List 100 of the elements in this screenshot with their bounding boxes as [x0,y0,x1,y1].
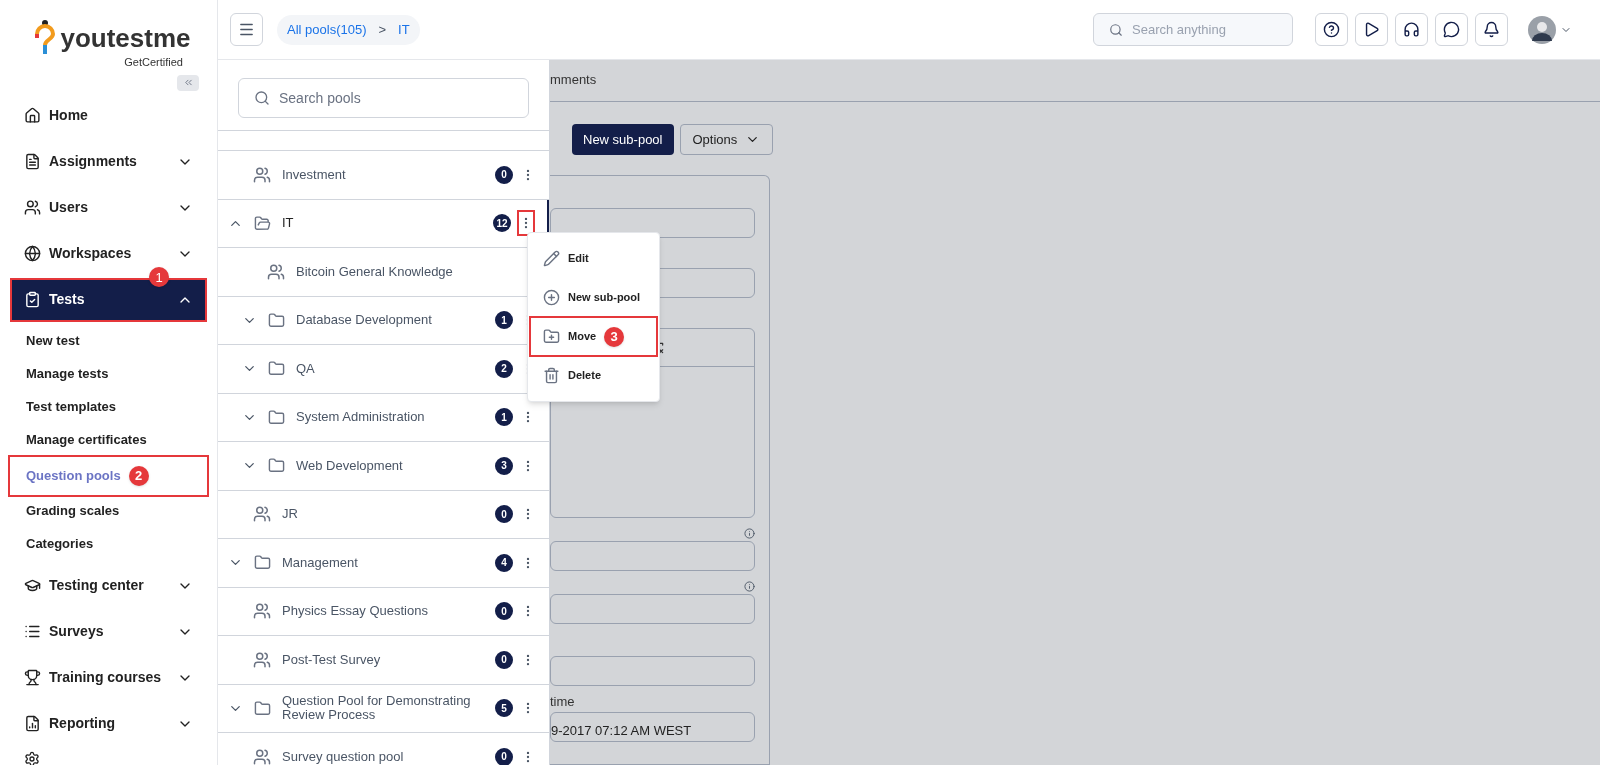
trash-icon [543,367,560,384]
house-icon [24,107,41,124]
new-sub-pool-button[interactable]: New sub-pool [572,124,674,155]
pool-row[interactable]: Investment 0 [218,151,549,200]
report-icon [24,715,41,732]
nav-item[interactable]: Testing center [12,565,205,606]
users-icon [253,165,271,184]
options-button[interactable]: Options [679,124,774,155]
pool-name: Investment [282,167,347,182]
count-badge: 0 [495,747,513,765]
pool-name: Bitcoin General Knowledge [296,264,454,279]
document-icon [24,153,41,170]
info-icon [744,528,755,539]
menu-button[interactable] [230,13,263,46]
pool-name: QA [296,361,316,376]
nav-subitem[interactable]: Categories [10,527,207,561]
logo-text: youtestme [60,25,191,51]
headphones-button[interactable] [1395,13,1428,46]
users-icon [253,505,271,524]
folder-icon [253,214,271,232]
count-badge: 4 [495,553,513,572]
globe-icon [24,245,41,262]
nav-subitem[interactable]: Grading scales [10,494,207,528]
folder-icon [267,311,285,329]
help-icon [1323,21,1340,38]
search-pools-field[interactable]: Search pools [238,78,529,118]
pool-name: Management [282,555,359,570]
global-search-field[interactable]: Search anything [1093,13,1293,46]
input-field[interactable] [550,541,755,571]
pool-name: Database Development [296,313,433,328]
headphones-icon [1403,21,1420,38]
avatar[interactable] [1528,15,1556,44]
input-field[interactable] [550,656,755,686]
step-badge: 3 [604,326,625,347]
search-icon [1109,23,1123,37]
graduation-cap-icon [24,577,41,594]
nav-item[interactable]: Reporting [12,703,205,744]
count-badge: 3 [495,456,513,475]
pencil-icon [543,250,560,267]
breadcrumb-link[interactable]: IT [398,19,410,40]
breadcrumb-separator: > [378,20,387,39]
pool-row[interactable]: Web Development 3 [218,442,549,491]
search-icon [254,90,270,106]
pool-row[interactable]: Physics Essay Questions 0 [218,587,549,636]
nav-item[interactable]: Assignments [12,141,205,182]
users-icon [253,602,271,621]
trophy-icon [24,669,41,686]
nav-item[interactable]: Home [12,95,205,136]
plus-circle-icon [543,289,560,306]
folder-icon [267,408,285,426]
breadcrumb-link[interactable]: All pools(105) [287,19,367,40]
count-badge: 2 [495,359,513,378]
settings-icon[interactable] [24,750,40,765]
folder-icon [253,699,271,717]
users-icon [24,199,41,216]
pool-row[interactable]: Question Pool for Demonstrating Review Process 5 [218,684,549,733]
input-field[interactable] [550,594,755,624]
folder-icon [267,360,285,378]
field-label: time [550,693,576,711]
nav-subitem[interactable]: Question pools 2 [10,456,207,495]
chat-button[interactable] [1435,13,1468,46]
folder-plus-icon [543,328,560,345]
list-icon [24,623,41,640]
users-icon [267,262,285,281]
info-icon [744,581,755,592]
play-button[interactable] [1355,13,1388,46]
users-icon [253,650,271,669]
count-badge: 0 [495,505,513,524]
nav-item[interactable]: Training courses [12,657,205,698]
nav-subitem[interactable]: Manage certificates [10,423,207,457]
nav-subitem[interactable]: Manage tests [10,357,207,391]
nav-subitem[interactable]: New test [10,324,207,358]
tab-label[interactable]: mments [550,69,597,89]
step-badge: 1 [149,267,169,288]
more-button[interactable] [519,212,533,235]
count-badge: 0 [495,650,513,669]
count-badge: 1 [495,408,513,427]
pool-name: Web Development [296,458,404,473]
count-badge: 5 [495,699,513,718]
help-button[interactable] [1315,13,1348,46]
pool-row[interactable]: JR 0 [218,490,549,539]
pool-row[interactable]: Management 4 [218,539,549,588]
step-badge: 2 [128,465,149,486]
nav-subitem[interactable]: Test templates [10,390,207,424]
pool-name: Physics Essay Questions [282,604,429,619]
bell-icon [1483,21,1500,38]
pool-name: JR [282,507,299,522]
nav-item[interactable]: Users [12,187,205,228]
logo-tagline: GetCertified [124,55,183,70]
chat-icon [1443,21,1460,38]
nav-item[interactable]: Surveys [12,611,205,652]
count-badge: 12 [493,214,511,233]
folder-icon [267,457,285,475]
menu-icon [238,21,255,38]
pool-row[interactable]: Post-Test Survey 0 [218,636,549,685]
count-badge: 0 [495,165,513,184]
pool-row[interactable]: Survey question pool 0 [218,733,549,765]
pool-name: Survey question pool [282,749,405,764]
folder-icon [253,554,271,572]
bell-button[interactable] [1475,13,1508,46]
